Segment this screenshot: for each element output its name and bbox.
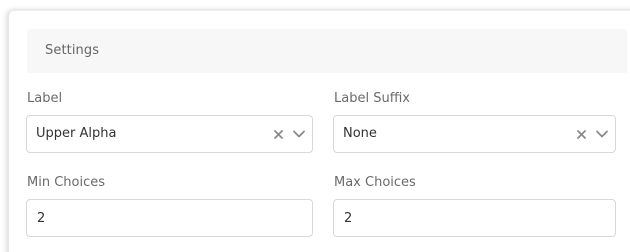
canvas: Settings Label Upper Alpha Label Suffix … <box>0 0 630 252</box>
label-select-value: Upper Alpha <box>36 126 117 141</box>
label-field-label: Label <box>27 91 63 106</box>
label-select-tools <box>273 125 306 143</box>
chevron-down-icon[interactable] <box>292 129 306 139</box>
label-select[interactable]: Upper Alpha <box>26 115 313 153</box>
label-suffix-select[interactable]: None <box>333 115 616 153</box>
settings-panel: Settings Label Upper Alpha Label Suffix … <box>8 10 630 252</box>
clear-icon[interactable] <box>576 129 587 140</box>
max-choices-field[interactable] <box>333 199 616 237</box>
settings-title: Settings <box>45 43 100 58</box>
max-choices-input[interactable] <box>334 200 615 236</box>
clear-icon[interactable] <box>273 129 284 140</box>
label-suffix-select-tools <box>576 125 609 143</box>
min-choices-field[interactable] <box>26 199 313 237</box>
chevron-down-icon[interactable] <box>595 129 609 139</box>
settings-header: Settings <box>27 29 627 73</box>
min-choices-input[interactable] <box>27 200 312 236</box>
label-suffix-field-label: Label Suffix <box>334 91 410 106</box>
label-suffix-select-value: None <box>343 126 377 141</box>
min-choices-field-label: Min Choices <box>27 175 105 190</box>
max-choices-field-label: Max Choices <box>334 175 416 190</box>
